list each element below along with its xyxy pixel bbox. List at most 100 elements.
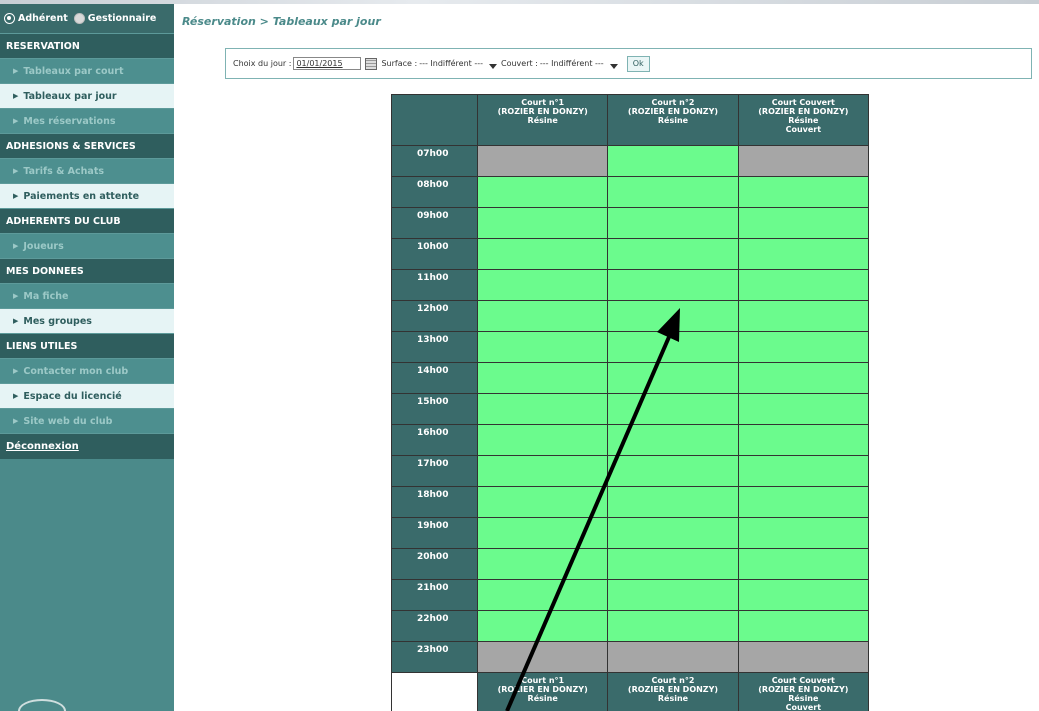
surface-label: Surface :	[381, 59, 418, 68]
slot-free[interactable]	[737, 548, 870, 580]
court-header-line: (ROZIER EN DONZY)	[758, 685, 849, 694]
slot-free[interactable]	[737, 393, 870, 425]
court-footer-content: Court Couvert (ROZIER EN DONZY) Résine Couv…	[739, 676, 868, 711]
slot-free[interactable]	[476, 331, 609, 363]
triangle-right-icon: ▶	[13, 242, 19, 250]
slot-free[interactable]	[476, 517, 609, 549]
slot-free[interactable]	[476, 176, 609, 208]
slot-free[interactable]	[476, 269, 609, 301]
slot-free[interactable]	[737, 207, 870, 239]
slot-free[interactable]	[476, 362, 609, 394]
hour-label: 23h00	[391, 641, 478, 673]
slot-free[interactable]	[607, 455, 739, 487]
court-header-line: Résine	[527, 694, 558, 703]
role-gestionnaire[interactable]: Gestionnaire	[73, 13, 156, 24]
triangle-right-icon: ▶	[13, 417, 19, 425]
hour-label: 11h00	[391, 269, 478, 301]
slot-free[interactable]	[737, 176, 870, 208]
court-header-line: Court n°1	[521, 676, 565, 685]
role-adherent[interactable]: Adhérent	[4, 13, 68, 24]
role-adherent-label: Adhérent	[18, 13, 68, 24]
court-header-line: Court Couvert	[771, 98, 835, 107]
court-footer-content: Court n°1 (ROZIER EN DONZY) Résine	[478, 676, 607, 703]
hour-label: 09h00	[391, 207, 478, 239]
triangle-right-icon: ▶	[13, 192, 19, 200]
slot-free[interactable]	[476, 455, 609, 487]
slot-free[interactable]	[607, 269, 739, 301]
slot-free[interactable]	[607, 145, 739, 177]
court-header-line: Couvert	[785, 125, 822, 134]
slot-free[interactable]	[737, 610, 870, 642]
sidebar-item[interactable]: ▶ Joueurs	[0, 233, 174, 258]
slot-free[interactable]	[476, 610, 609, 642]
slot-free[interactable]	[476, 486, 609, 518]
slot-free[interactable]	[607, 176, 739, 208]
sidebar-item[interactable]: ▶ Mes groupes	[0, 308, 174, 333]
court-header-line: (ROZIER EN DONZY)	[497, 107, 588, 116]
court-header: Court n°1 (ROZIER EN DONZY) Résine	[476, 94, 609, 146]
sidebar-item[interactable]: ▶ Espace du licencié	[0, 383, 174, 408]
sidebar-item-label: Espace du licencié	[23, 390, 122, 402]
slot-free[interactable]	[737, 486, 870, 518]
sidebar-item[interactable]: ▶ Paiements en attente	[0, 183, 174, 208]
breadcrumb: Réservation > Tableaux par jour	[182, 15, 381, 28]
slot-free[interactable]	[607, 362, 739, 394]
hour-label: 17h00	[391, 455, 478, 487]
slot-free[interactable]	[607, 579, 739, 611]
triangle-right-icon: ▶	[13, 317, 19, 325]
slot-free[interactable]	[737, 300, 870, 332]
sidebar-item[interactable]: ▶ Tarifs & Achats	[0, 158, 174, 183]
slot-free[interactable]	[737, 238, 870, 270]
slot-free[interactable]	[737, 579, 870, 611]
sidebar-item[interactable]: ▶ Ma fiche	[0, 283, 174, 308]
slot-free[interactable]	[737, 424, 870, 456]
court-header-line: (ROZIER EN DONZY)	[627, 107, 719, 116]
hour-label: 18h00	[391, 486, 478, 518]
chevron-down-icon	[489, 63, 497, 69]
slot-free[interactable]	[607, 238, 739, 270]
slot-free[interactable]	[476, 424, 609, 456]
slot-free[interactable]	[607, 300, 739, 332]
slot-free[interactable]	[607, 548, 739, 580]
slot-free[interactable]	[476, 207, 609, 239]
slot-free[interactable]	[737, 269, 870, 301]
couvert-label: Couvert :	[501, 59, 538, 68]
sidebar-item[interactable]: ▶ Site web du club	[0, 408, 174, 433]
menu-section: ADHESIONS & SERVICES	[0, 133, 174, 158]
ok-button[interactable]: Ok	[626, 55, 650, 72]
slot-closed	[476, 641, 609, 673]
sidebar-item[interactable]: ▶ Contacter mon club	[0, 358, 174, 383]
sidebar-item[interactable]: ▶ Mes réservations	[0, 108, 174, 133]
surface-select[interactable]: --- Indifférent ---	[419, 59, 497, 69]
slot-free[interactable]	[607, 486, 739, 518]
slot-free[interactable]	[607, 610, 739, 642]
slot-free[interactable]	[476, 579, 609, 611]
sidebar-item[interactable]: ▶ Tableaux par court	[0, 58, 174, 83]
slot-free[interactable]	[476, 238, 609, 270]
logout-link[interactable]: Déconnexion	[0, 433, 174, 459]
slot-free[interactable]	[607, 424, 739, 456]
slot-free[interactable]	[476, 548, 609, 580]
day-input[interactable]: 01/01/2015	[293, 57, 362, 70]
sidebar-item[interactable]: ▶ Tableaux par jour	[0, 83, 174, 108]
slot-free[interactable]	[476, 300, 609, 332]
slot-free[interactable]	[607, 331, 739, 363]
hour-label: 12h00	[391, 300, 478, 332]
court-header-line: Court n°2	[651, 676, 695, 685]
slot-free[interactable]	[476, 393, 609, 425]
slot-free[interactable]	[737, 517, 870, 549]
sidebar-menu: RESERVATION ▶ Tableaux par court ▶ Tableaux …	[0, 33, 174, 433]
menu-section: ADHERENTS DU CLUB	[0, 208, 174, 233]
slot-free[interactable]	[737, 331, 870, 363]
slot-free[interactable]	[737, 362, 870, 394]
slot-free[interactable]	[607, 393, 739, 425]
slot-free[interactable]	[607, 207, 739, 239]
radio-unselected-icon[interactable]	[73, 13, 85, 24]
radio-selected-icon[interactable]	[4, 13, 15, 24]
slot-free[interactable]	[607, 517, 739, 549]
slot-free[interactable]	[737, 455, 870, 487]
couvert-select[interactable]: --- Indifférent ---	[540, 59, 618, 69]
calendar-icon[interactable]	[365, 57, 378, 70]
couvert-select-value: --- Indifférent ---	[539, 59, 604, 68]
hour-label: 20h00	[391, 548, 478, 580]
